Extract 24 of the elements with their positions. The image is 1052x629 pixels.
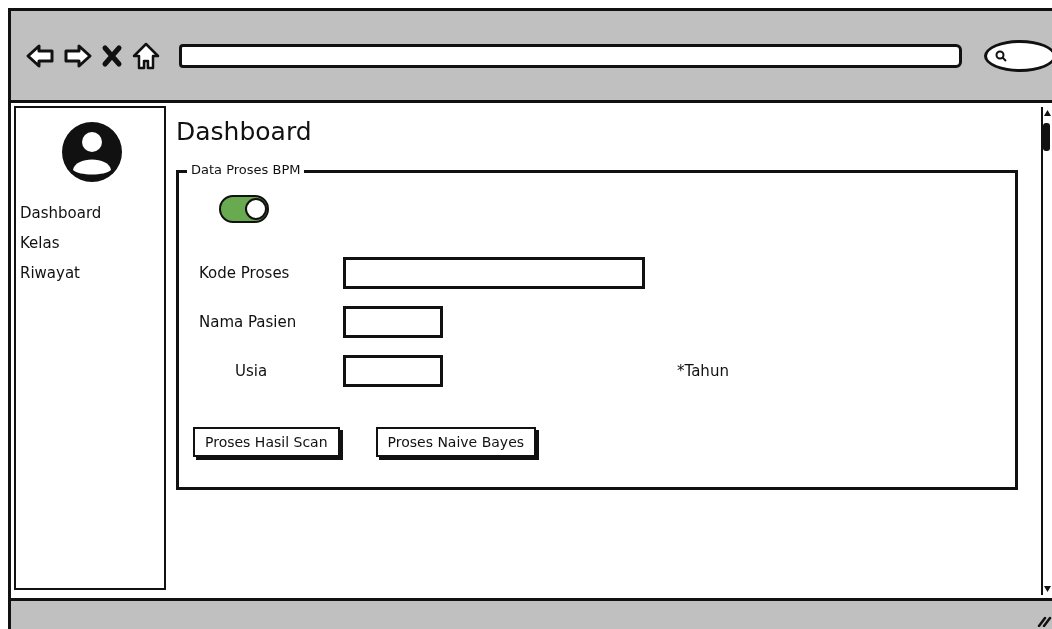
scroll-up-icon[interactable] — [1043, 107, 1052, 119]
scrollbar[interactable] — [1041, 107, 1052, 595]
scroll-down-icon[interactable] — [1043, 583, 1052, 595]
field-label: Kode Proses — [198, 264, 290, 282]
field-label: Usia — [234, 362, 268, 380]
address-field[interactable] — [179, 43, 962, 68]
input-field[interactable] — [343, 257, 645, 289]
page-title: Dashboard — [176, 117, 313, 146]
group-legend: Data Proses BPM — [187, 162, 305, 177]
input-field[interactable] — [343, 355, 443, 387]
search-field[interactable] — [984, 39, 1052, 72]
action-button[interactable]: Proses Naive Bayes — [375, 427, 537, 457]
sidebar-item[interactable]: Kelas — [20, 228, 60, 258]
scroll-thumb[interactable] — [1043, 123, 1050, 151]
field-note: *Tahun — [677, 362, 729, 380]
user-avatar-icon — [60, 120, 124, 184]
sidebar-item[interactable]: Riwayat — [20, 258, 80, 288]
home-icon[interactable] — [131, 40, 161, 71]
search-icon — [995, 49, 1007, 62]
input-field[interactable] — [343, 306, 443, 338]
sidebar-item[interactable]: Dashboard — [20, 198, 102, 228]
field-label: Nama Pasien — [198, 313, 297, 331]
action-button[interactable]: Proses Hasil Scan — [193, 427, 340, 457]
toggle-switch[interactable] — [219, 195, 269, 223]
